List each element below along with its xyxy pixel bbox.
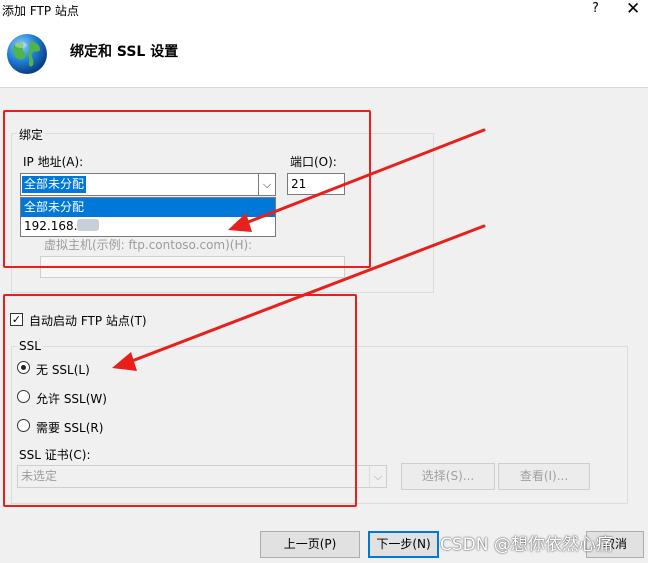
next-step-button[interactable]: 下一步(N) — [368, 531, 439, 558]
chevron-down-icon[interactable]: ⌵ — [369, 466, 386, 487]
select-cert-button[interactable]: 选择(S)... — [401, 463, 495, 490]
annotation-box-binding — [3, 110, 371, 268]
page-title: 绑定和 SSL 设置 — [70, 44, 179, 60]
prev-page-button[interactable]: 上一页(P) — [260, 531, 360, 558]
view-cert-button[interactable]: 查看(I)... — [498, 463, 590, 490]
close-button[interactable]: ✕ — [626, 0, 640, 19]
help-button[interactable]: ? — [592, 1, 599, 16]
annotation-box-ssl — [3, 294, 357, 507]
wizard-header: 绑定和 SSL 设置 — [0, 20, 648, 88]
title-bar — [0, 0, 648, 20]
window-title: 添加 FTP 站点 — [2, 4, 79, 18]
watermark: CSDN @想你依然心痛 — [440, 535, 613, 555]
globe-icon — [7, 34, 47, 74]
